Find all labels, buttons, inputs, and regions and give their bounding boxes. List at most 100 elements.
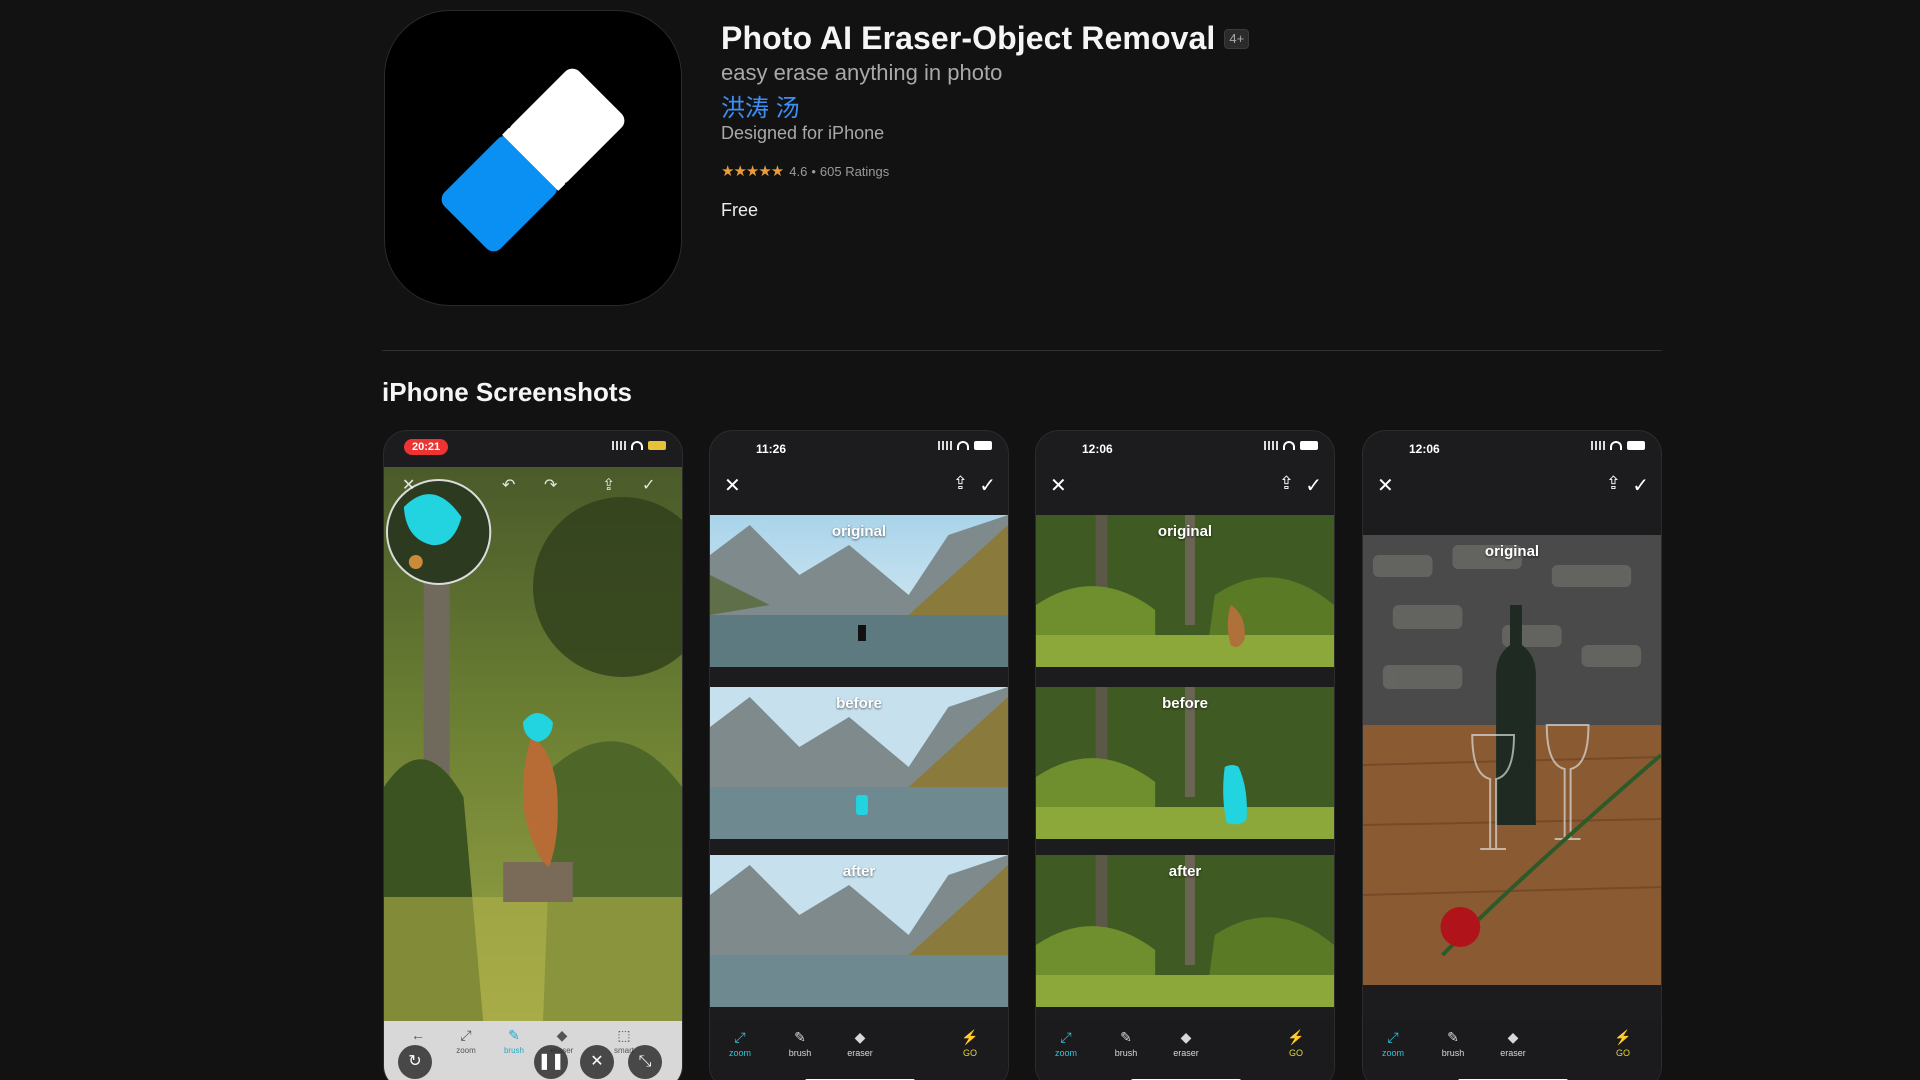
check-icon[interactable]: ✓	[979, 473, 996, 498]
toolbar-go[interactable]: ⚡ GO	[940, 1029, 1000, 1058]
fox-photo	[384, 467, 682, 1023]
magic-wand-icon: ⚡	[1287, 1029, 1305, 1045]
toolbar-zoom[interactable]: ⤢ zoom	[1036, 1029, 1096, 1058]
brush-icon: ✎	[1447, 1029, 1459, 1045]
status-time: 12:06	[1409, 442, 1440, 456]
zoom-icon: ⤢	[1387, 1029, 1399, 1045]
star-rating-icon: ★★★★★	[721, 163, 784, 180]
editor-topbar: ✕ ↶ ↷ ⇪ ✓	[384, 467, 682, 507]
rating-row: ★★★★★ 4.6 • 605 Ratings	[721, 162, 889, 180]
label-original: original	[831, 523, 887, 540]
share-icon[interactable]: ⇪	[953, 473, 968, 494]
rating-separator: •	[811, 163, 816, 179]
check-icon[interactable]: ✓	[1305, 473, 1322, 498]
brush-icon: ✎	[794, 1029, 806, 1045]
zoom-icon: ⤢	[734, 1029, 746, 1045]
share-icon[interactable]: ⇪	[1279, 473, 1294, 494]
brush-label: brush	[1441, 1048, 1465, 1058]
check-icon[interactable]: ✓	[1632, 473, 1649, 498]
undo-icon[interactable]: ↶	[502, 475, 515, 495]
toolbar-eraser[interactable]: ◆ eraser	[830, 1029, 890, 1058]
toolbar-zoom[interactable]: ⤢ zoom	[1363, 1029, 1423, 1058]
screenshot-3[interactable]: 12:06 ✕ ⇪ ✓ original before after ⤢ zoom …	[1035, 430, 1335, 1080]
toolbar-brush[interactable]: ✎ brush	[494, 1027, 534, 1055]
pause-icon[interactable]: ❚❚	[534, 1045, 568, 1079]
toolbar-go[interactable]: ⚡ GO	[1266, 1029, 1326, 1058]
magic-wand-icon: ⚡	[1614, 1029, 1632, 1045]
price-label[interactable]: Free	[721, 200, 758, 221]
screenshot-1[interactable]: 20:21 ✕ ↶ ↷ ⇪ ✓ ← ⤢ zoom ✎ brush ◆ ⬚ sma…	[383, 430, 683, 1080]
eraser-tool-icon: ◆	[854, 1029, 866, 1045]
status-time: 11:26	[756, 442, 787, 456]
status-bar: 11:26	[710, 431, 1008, 467]
brush-label: brush	[788, 1048, 812, 1058]
section-divider	[382, 350, 1662, 351]
magic-wand-icon: ⚡	[961, 1029, 979, 1045]
panel-before: before	[710, 687, 1008, 839]
panel-after: after	[710, 855, 1008, 1007]
eraser-icon	[441, 68, 625, 252]
screenshot-2[interactable]: 11:26 ✕ ⇪ ✓ original before after ⤢ zoom …	[709, 430, 1009, 1080]
toolbar-brush[interactable]: ✎ brush	[1423, 1029, 1483, 1058]
toolbar-go[interactable]: ⚡ GO	[1593, 1029, 1653, 1058]
close-icon[interactable]: ✕	[402, 475, 415, 495]
editor-toolbar: ← ⤢zoom ✎brush ◆eraser ⬚smart ↻ ❚❚ ✕ ⤡	[384, 1021, 682, 1080]
signal-icon	[1264, 441, 1278, 450]
back-arrow-icon: ←	[411, 1027, 425, 1043]
rating-value: 4.6	[789, 163, 808, 179]
rating-count: 605 Ratings	[819, 163, 890, 179]
smart-select-icon: ⬚	[617, 1027, 631, 1043]
label-before: before	[1162, 695, 1208, 712]
battery-icon	[974, 441, 992, 450]
label-before: before	[836, 695, 882, 712]
result-topbar: ✕ ⇪ ✓	[1363, 467, 1661, 507]
close-icon[interactable]: ✕	[1050, 473, 1067, 498]
brush-icon: ✎	[508, 1027, 520, 1043]
signal-icon	[1591, 441, 1605, 450]
status-bar: 20:21	[384, 431, 682, 467]
share-icon[interactable]: ⇪	[602, 475, 615, 495]
label-original: original	[1484, 543, 1540, 560]
battery-icon	[1627, 441, 1645, 450]
brush-label: brush	[503, 1046, 524, 1055]
eraser-label: eraser	[847, 1048, 873, 1058]
developer-link[interactable]: 洪涛 汤	[721, 88, 800, 123]
toolbar-zoom[interactable]: ⤢ zoom	[446, 1027, 486, 1055]
zoom-label: zoom	[728, 1048, 751, 1058]
eraser-tool-icon: ◆	[556, 1027, 568, 1043]
status-time: 20:21	[404, 439, 449, 455]
toolbar-brush[interactable]: ✎ brush	[1096, 1029, 1156, 1058]
result-toolbar: ⤢ zoom ✎ brush ◆ eraser ⚡ GO	[710, 1019, 1008, 1080]
signal-icon	[612, 441, 626, 450]
app-subtitle: easy erase anything in photo	[721, 60, 1003, 85]
panel-original: original	[1036, 515, 1334, 667]
status-time: 12:06	[1082, 442, 1113, 456]
go-label: GO	[1615, 1048, 1630, 1058]
zoom-label: zoom	[1054, 1048, 1077, 1058]
redo-icon[interactable]: ↷	[544, 475, 557, 495]
close-icon[interactable]: ✕	[724, 473, 741, 498]
fullscreen-icon[interactable]: ⤡	[628, 1045, 662, 1079]
panel-before: before	[1036, 687, 1334, 839]
toolbar-brush[interactable]: ✎ brush	[770, 1029, 830, 1058]
toolbar-zoom[interactable]: ⤢ zoom	[710, 1029, 770, 1058]
result-toolbar: ⤢ zoom ✎ brush ◆ eraser ⚡ GO	[1363, 1019, 1661, 1080]
close-icon[interactable]: ✕	[1377, 473, 1394, 498]
share-icon[interactable]: ⇪	[1606, 473, 1621, 494]
check-icon[interactable]: ✓	[642, 475, 655, 495]
eraser-label: eraser	[1173, 1048, 1199, 1058]
wifi-icon	[1610, 441, 1622, 450]
mute-icon[interactable]: ✕	[580, 1045, 614, 1079]
title-row: Photo AI Eraser-Object Removal 4+	[721, 20, 1250, 57]
eraser-tool-icon: ◆	[1507, 1029, 1519, 1045]
zoom-icon: ⤢	[460, 1027, 472, 1043]
status-bar: 12:06	[1363, 431, 1661, 467]
toolbar-back[interactable]: ←	[398, 1027, 438, 1046]
signal-icon	[938, 441, 952, 450]
replay-icon[interactable]: ↻	[398, 1045, 432, 1079]
screenshot-4[interactable]: 12:06 ✕ ⇪ ✓ original ⤢ zoom ✎ brush ◆ erase…	[1362, 430, 1662, 1080]
result-topbar: ✕ ⇪ ✓	[1036, 467, 1334, 507]
zoom-label: zoom	[456, 1046, 476, 1055]
toolbar-eraser[interactable]: ◆ eraser	[1156, 1029, 1216, 1058]
toolbar-eraser[interactable]: ◆ eraser	[1483, 1029, 1543, 1058]
